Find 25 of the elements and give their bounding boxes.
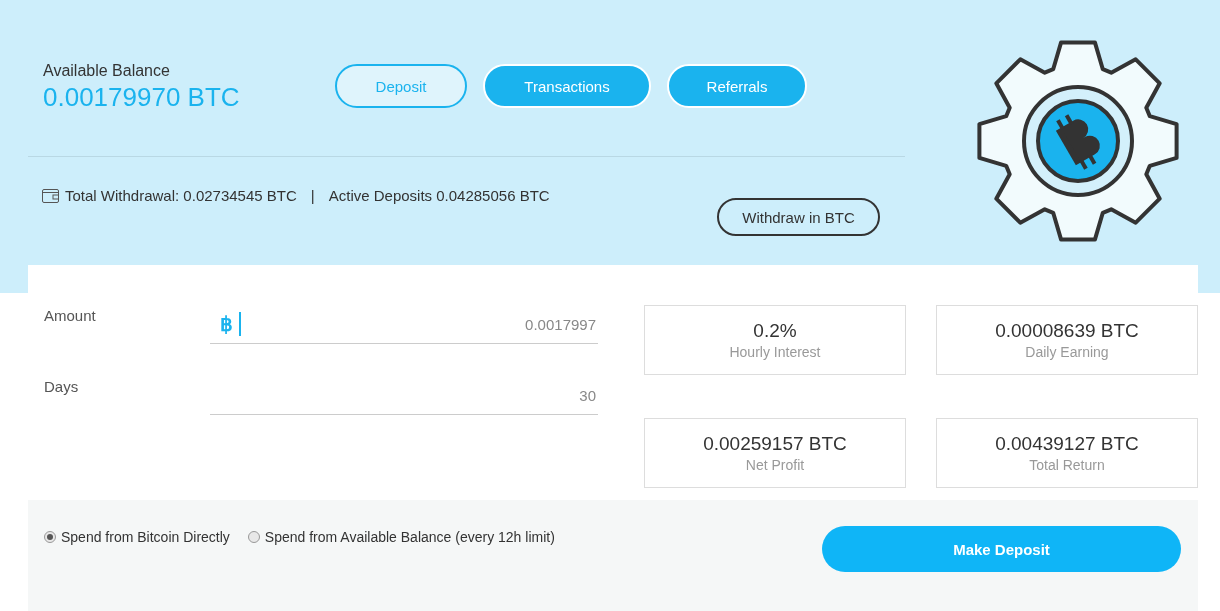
stat-value: 0.00259157 BTC [703,432,847,455]
stat-value: 0.00439127 BTC [995,432,1139,455]
wallet-icon [42,188,59,203]
nav-button[interactable]: Deposit [335,64,467,108]
active-deposits-text: Active Deposits 0.04285056 BTC [328,187,550,204]
stat-value: 0.2% [753,320,797,342]
separator-text: | [310,187,315,204]
radio-button[interactable] [44,531,56,543]
radio-label[interactable]: Spend from Available Balance (every 12h limit) [264,529,555,545]
nav-button[interactable]: Transactions [483,64,651,108]
total-withdrawal-text: Total Withdrawal: 0.02734545 BTC [65,187,297,204]
withdraw-button[interactable]: Withdraw in BTC [717,198,880,236]
nav-button[interactable]: Referrals [667,64,807,108]
stat-label: Daily Earning [1025,344,1109,360]
balance-value: 0.00179970 BTC [43,82,241,113]
days-label: Days [44,377,80,397]
radio-label[interactable]: Spend from Bitcoin Directly [61,529,230,545]
stat-label: Net Profit [745,456,805,473]
make-deposit-button[interactable]: Make Deposit [822,526,1181,572]
radio-button[interactable] [247,531,260,543]
balance-label: Available Balance [43,62,171,80]
amount-label: Amount [44,306,97,326]
stat-label: Hourly Interest [729,344,821,360]
stat-value: 0.00008639 BTC [995,320,1139,342]
stat-label: Total Return [1029,456,1105,473]
